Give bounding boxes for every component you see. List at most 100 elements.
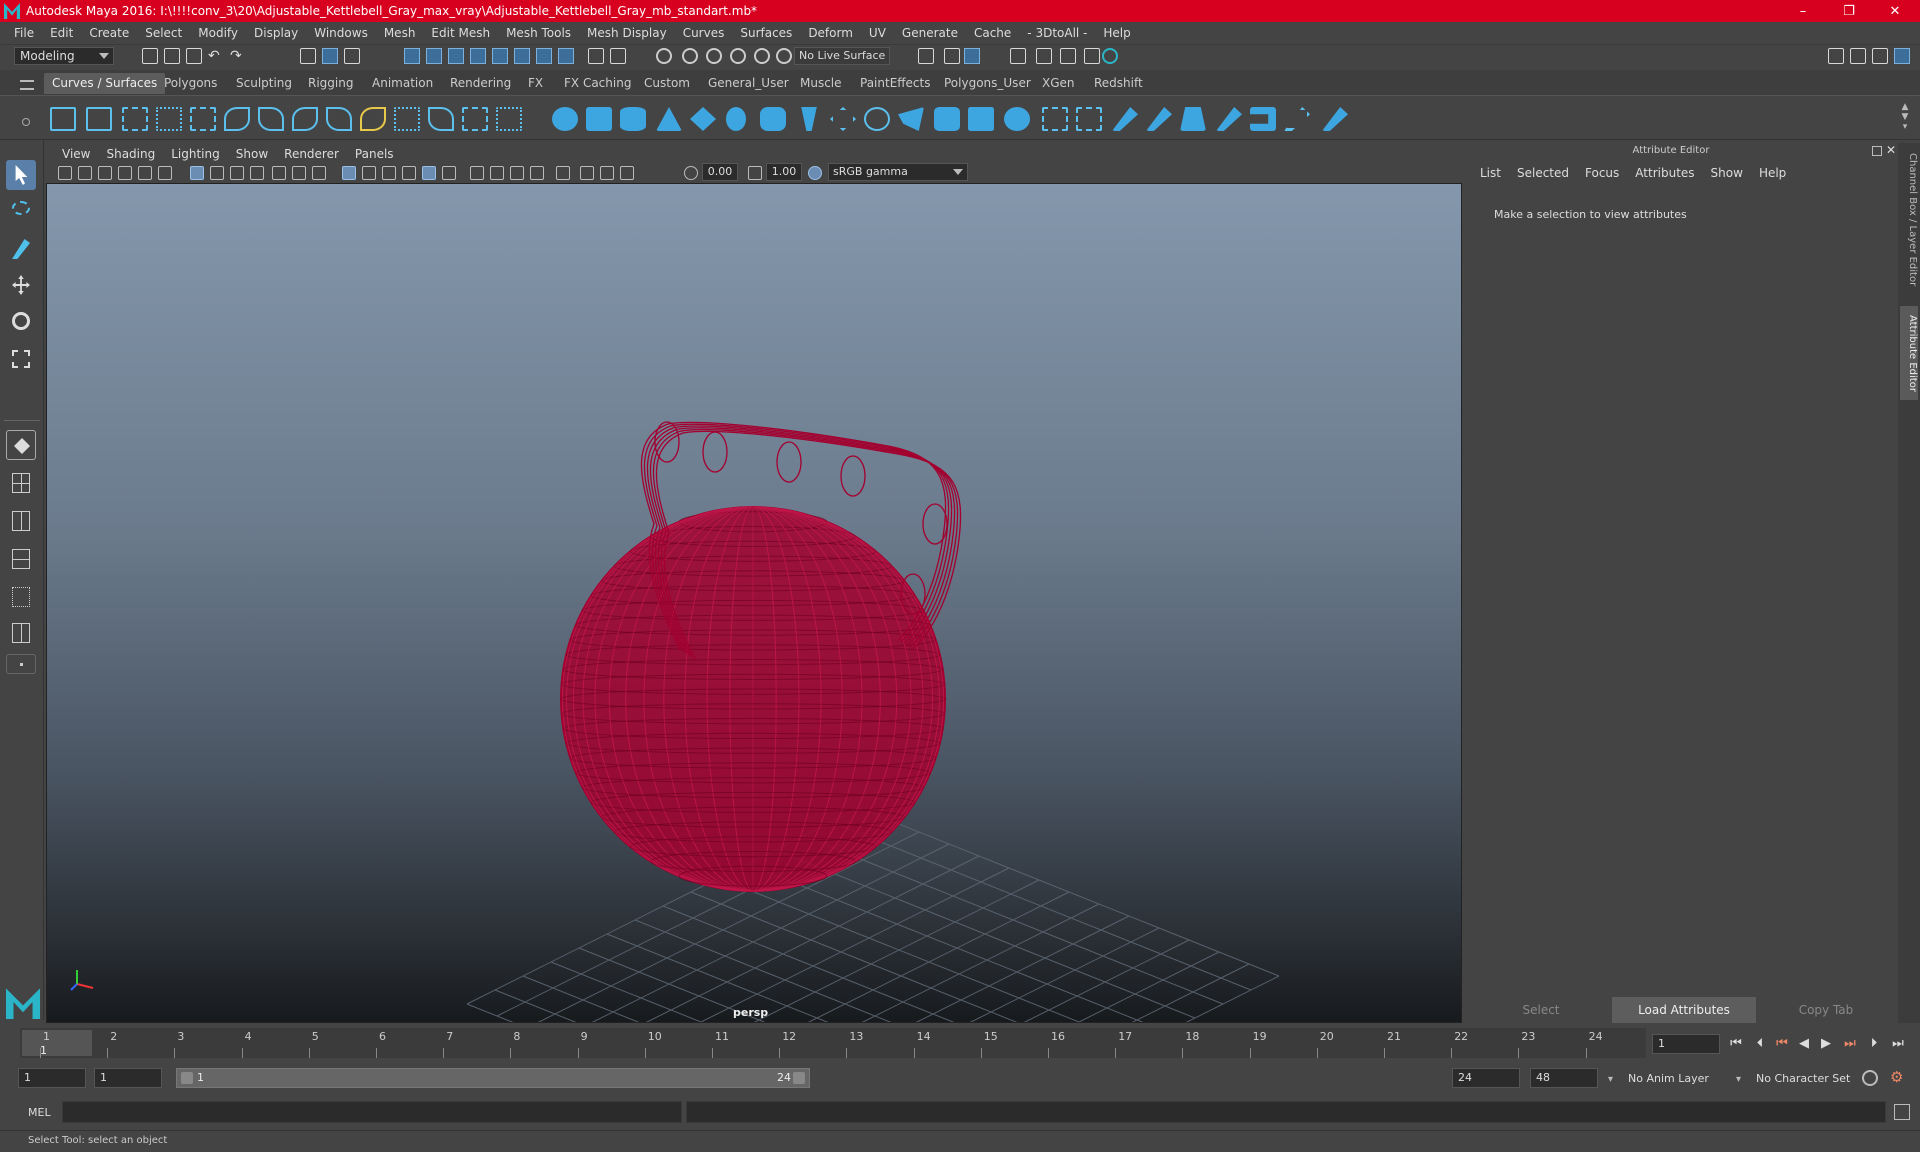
shelf-tab-general-user[interactable]: General_User — [700, 73, 797, 94]
perspective-viewport[interactable] — [46, 183, 1462, 1023]
exposure-icon[interactable] — [684, 166, 698, 180]
shelf-tab-muscle[interactable]: Muscle — [792, 73, 850, 94]
square-surface-icon[interactable] — [1004, 107, 1030, 131]
shelf-tab-fx[interactable]: FX — [520, 73, 551, 94]
select-by-object-icon[interactable] — [322, 48, 338, 64]
light-editor-icon[interactable] — [1084, 48, 1100, 64]
symmetry-icon[interactable] — [514, 48, 530, 64]
menu-mesh[interactable]: Mesh — [376, 26, 424, 40]
menu-display[interactable]: Display — [246, 26, 306, 40]
gamma-icon[interactable] — [748, 166, 762, 180]
snap-to-point-icon[interactable] — [706, 48, 722, 64]
viewport-menu-renderer[interactable]: Renderer — [276, 147, 347, 161]
single-pane-layout-button[interactable] — [6, 430, 36, 460]
wireframe-icon[interactable] — [342, 166, 356, 180]
restore-button[interactable]: ❐ — [1826, 0, 1872, 22]
layout-icon[interactable] — [1828, 48, 1844, 64]
detach-curves-icon[interactable] — [292, 107, 318, 131]
safe-action-icon[interactable] — [272, 166, 286, 180]
step-forward-key-icon[interactable]: ⏭ — [1842, 1036, 1858, 1052]
ep-curve-icon[interactable] — [156, 107, 182, 131]
xray-icon[interactable] — [470, 166, 484, 180]
attach-curves-icon[interactable] — [258, 107, 284, 131]
safe-title-icon[interactable] — [292, 166, 306, 180]
close-button[interactable]: ✕ — [1872, 0, 1918, 22]
backface-culling-icon[interactable] — [530, 166, 544, 180]
range-end-handle[interactable] — [793, 1072, 805, 1084]
go-to-start-icon[interactable]: ⏮ — [1728, 1036, 1744, 1052]
range-start-field[interactable]: 1 — [18, 1068, 86, 1088]
range-end-field[interactable]: 48 — [1530, 1068, 1598, 1088]
character-set-select[interactable]: No Character Set — [1756, 1072, 1850, 1085]
render-setup-icon[interactable] — [1060, 48, 1076, 64]
nurbs-sphere-icon[interactable] — [552, 107, 578, 131]
grid-toggle-icon[interactable] — [190, 166, 204, 180]
save-scene-icon[interactable] — [186, 48, 202, 64]
isolate-select-icon[interactable] — [556, 166, 570, 180]
attr-menu-help[interactable]: Help — [1751, 166, 1794, 184]
lasso-tool-button[interactable] — [6, 196, 36, 226]
render-frame-icon[interactable] — [944, 48, 960, 64]
exposure-field[interactable]: 0.00 — [702, 163, 738, 181]
shelf-tab-fx-caching[interactable]: FX Caching — [556, 73, 639, 94]
color-management-icon[interactable] — [808, 166, 822, 180]
nurbs-cube-icon[interactable] — [586, 107, 612, 131]
render-settings-icon[interactable] — [1010, 48, 1026, 64]
ipr-render-icon[interactable] — [964, 48, 980, 64]
playback-start-field[interactable]: 1 — [94, 1068, 162, 1088]
menu-curves[interactable]: Curves — [675, 26, 733, 40]
live-surface-field[interactable]: No Live Surface — [794, 47, 890, 65]
move-tool-button[interactable] — [6, 270, 36, 300]
add-points-icon[interactable] — [462, 107, 488, 131]
lock-icon[interactable] — [588, 48, 604, 64]
magnet-icon[interactable] — [656, 48, 672, 64]
render-globe-icon[interactable] — [1102, 48, 1118, 64]
two-pane-layout-button[interactable] — [6, 506, 36, 536]
attr-select-button[interactable]: Select — [1470, 997, 1612, 1023]
outliner-icon[interactable] — [1850, 48, 1866, 64]
curve-editing-icon[interactable] — [496, 107, 522, 131]
menu-windows[interactable]: Windows — [306, 26, 376, 40]
snap-to-curve-icon[interactable] — [682, 48, 698, 64]
attribute-editor-toggle-icon[interactable] — [1894, 48, 1910, 64]
bevel-plus-icon[interactable] — [934, 107, 960, 131]
nurbs-circle-icon[interactable] — [50, 107, 76, 131]
menu-generate[interactable]: Generate — [894, 26, 966, 40]
extend-curve-icon[interactable] — [360, 107, 386, 131]
attr-menu-selected[interactable]: Selected — [1509, 166, 1577, 184]
auto-key-icon[interactable] — [1862, 1070, 1878, 1086]
shelf-tab-animation[interactable]: Animation — [364, 73, 441, 94]
shelf-scroll-icon[interactable]: ▲ ▼ ▾ — [1900, 102, 1910, 134]
step-forward-icon[interactable]: ⏵ — [1866, 1036, 1882, 1052]
grease-pencil-icon[interactable] — [158, 166, 172, 180]
revolve-icon[interactable] — [760, 107, 786, 131]
toolbox-expand-button[interactable] — [6, 654, 36, 674]
gamma-field[interactable]: 1.00 — [766, 163, 802, 181]
camera-select-icon[interactable] — [58, 166, 72, 180]
menu-mesh-display[interactable]: Mesh Display — [579, 26, 675, 40]
snap-view-plane-icon[interactable] — [470, 48, 486, 64]
close-panel-icon[interactable]: ✕ — [1886, 143, 1896, 157]
snap-together-icon[interactable] — [610, 48, 626, 64]
view-transform-select[interactable]: sRGB gamma — [828, 163, 968, 181]
snap-point-icon[interactable] — [448, 48, 464, 64]
menu-modify[interactable]: Modify — [190, 26, 246, 40]
shelf-tab-painteffects[interactable]: PaintEffects — [852, 73, 938, 94]
range-slider[interactable]: 1 24 — [176, 1068, 810, 1088]
paint-select-tool-button[interactable] — [6, 234, 36, 264]
offset-curve-icon[interactable] — [394, 107, 420, 131]
copy-tab-button[interactable]: Copy Tab — [1756, 997, 1896, 1023]
menu-surfaces[interactable]: Surfaces — [732, 26, 800, 40]
range-start-handle[interactable] — [181, 1072, 193, 1084]
viewport-menu-view[interactable]: View — [54, 147, 98, 161]
channel-box-toggle-icon[interactable] — [1872, 48, 1888, 64]
camera-attributes-icon[interactable] — [78, 166, 92, 180]
play-backwards-icon[interactable]: ◀ — [1796, 1036, 1812, 1052]
snap-curve-icon[interactable] — [426, 48, 442, 64]
four-pane-layout-button[interactable] — [6, 468, 36, 498]
step-back-icon[interactable]: ⏴ — [1752, 1036, 1768, 1052]
redo-icon[interactable]: ↷ — [230, 48, 246, 64]
animation-preferences-icon[interactable]: ⚙ — [1890, 1068, 1903, 1086]
gate-mask-icon[interactable] — [230, 166, 244, 180]
script-editor-icon[interactable] — [1894, 1104, 1910, 1120]
